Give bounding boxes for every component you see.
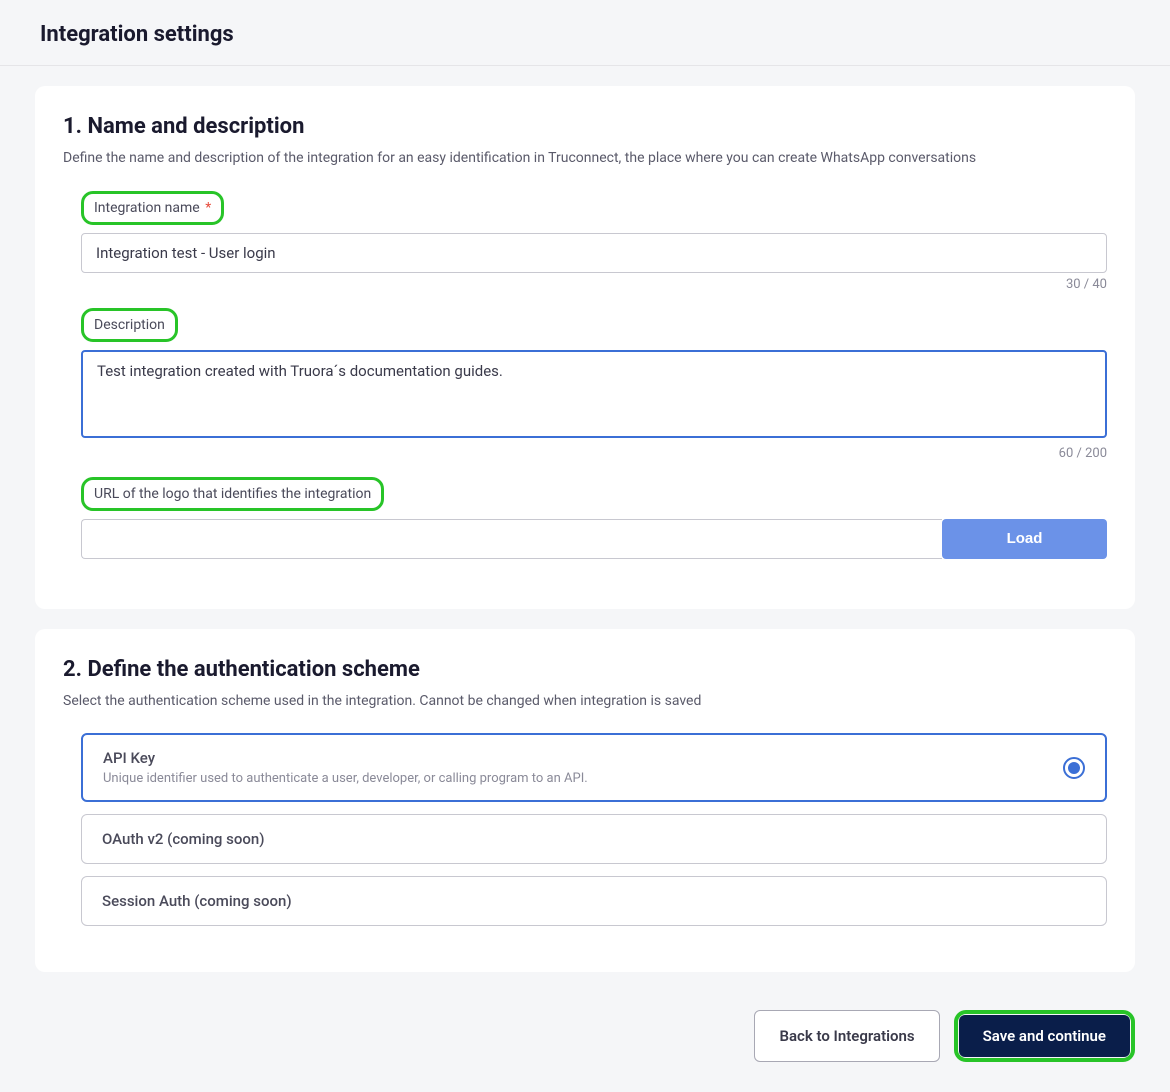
load-button[interactable]: Load bbox=[942, 519, 1107, 559]
page-title: Integration settings bbox=[40, 22, 1130, 47]
auth-option-api-key[interactable]: API Key Unique identifier used to authen… bbox=[81, 733, 1107, 802]
integration-name-field: Integration name * 30 / 40 bbox=[81, 191, 1107, 292]
auth-option-desc: Unique identifier used to authenticate a… bbox=[103, 771, 588, 786]
footer-actions: Back to Integrations Save and continue bbox=[0, 992, 1170, 1092]
auth-scheme-card: 2. Define the authentication scheme Sele… bbox=[35, 629, 1135, 973]
auth-option-name: OAuth v2 (coming soon) bbox=[102, 830, 264, 848]
section-1-title: 1. Name and description bbox=[63, 114, 1107, 139]
section-1-desc: Define the name and description of the i… bbox=[63, 149, 1107, 169]
description-input[interactable] bbox=[81, 350, 1107, 438]
integration-name-input[interactable] bbox=[81, 233, 1107, 273]
auth-option-name: API Key bbox=[103, 749, 588, 767]
integration-name-counter: 30 / 40 bbox=[81, 277, 1107, 292]
back-button[interactable]: Back to Integrations bbox=[754, 1010, 939, 1062]
description-counter: 60 / 200 bbox=[81, 446, 1107, 461]
section-2-title: 2. Define the authentication scheme bbox=[63, 657, 1107, 682]
required-mark: * bbox=[202, 200, 212, 216]
logo-url-label: URL of the logo that identifies the inte… bbox=[81, 477, 384, 511]
section-2-desc: Select the authentication scheme used in… bbox=[63, 692, 1107, 712]
auth-option-oauth[interactable]: OAuth v2 (coming soon) bbox=[81, 814, 1107, 864]
auth-option-name: Session Auth (coming soon) bbox=[102, 892, 292, 910]
description-label: Description bbox=[81, 308, 178, 342]
radio-selected-icon bbox=[1063, 757, 1085, 779]
auth-option-session[interactable]: Session Auth (coming soon) bbox=[81, 876, 1107, 926]
name-description-card: 1. Name and description Define the name … bbox=[35, 86, 1135, 609]
description-field: Description 60 / 200 bbox=[81, 308, 1107, 461]
logo-url-field: URL of the logo that identifies the inte… bbox=[81, 477, 1107, 559]
integration-name-label: Integration name * bbox=[81, 191, 224, 225]
save-continue-button[interactable]: Save and continue bbox=[959, 1015, 1130, 1057]
divider bbox=[0, 65, 1170, 66]
save-highlight: Save and continue bbox=[954, 1010, 1135, 1062]
logo-url-input[interactable] bbox=[81, 519, 942, 559]
